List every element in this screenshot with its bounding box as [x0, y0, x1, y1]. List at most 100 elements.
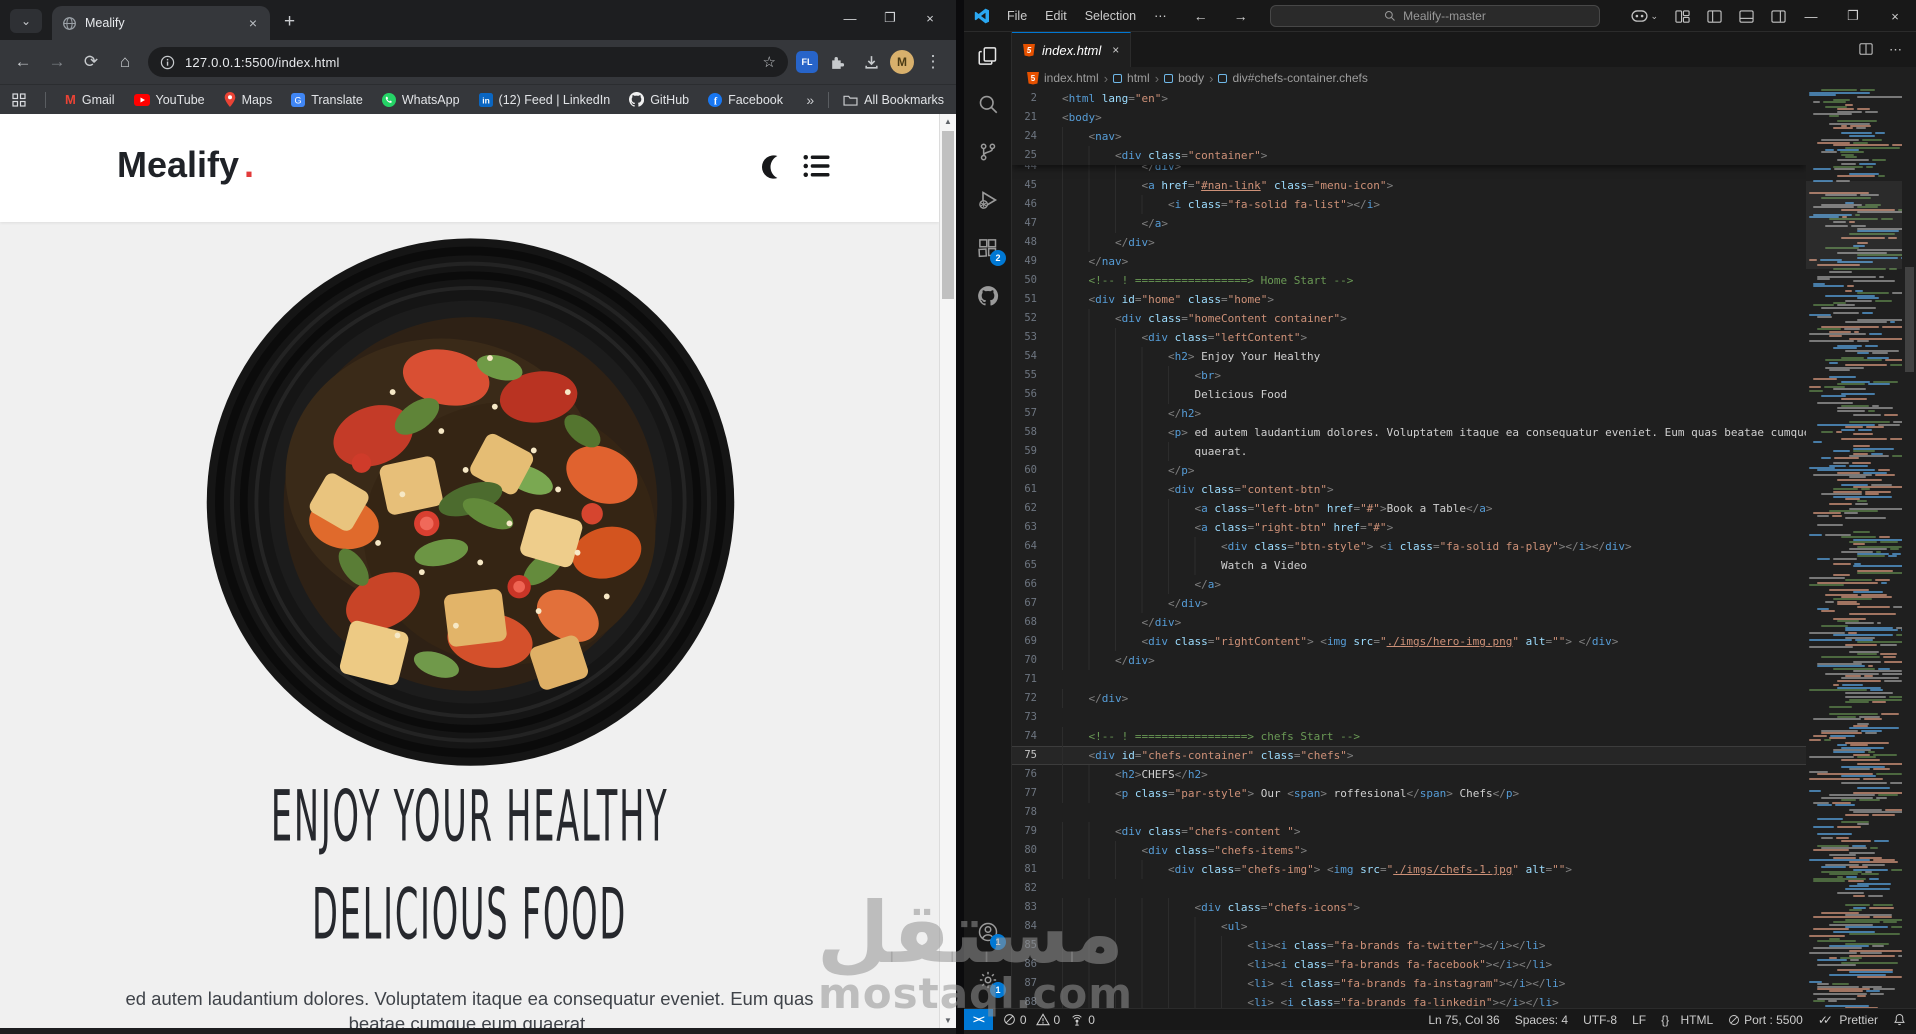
bookmarks-overflow-chevron[interactable]: »	[806, 92, 814, 108]
menu-file[interactable]: File	[998, 9, 1036, 23]
bookmark-linkedin[interactable]: in (12) Feed | LinkedIn	[478, 92, 610, 107]
vscode-maximize-button[interactable]: ❐	[1832, 0, 1874, 32]
code-line[interactable]: 52 <div class="homeContent container">	[1012, 309, 1806, 328]
minimap-slider[interactable]	[1806, 181, 1902, 269]
editor-scrollbar-thumb[interactable]	[1905, 267, 1914, 372]
download-icon[interactable]	[856, 47, 886, 77]
language-mode[interactable]: {} HTML	[1661, 1013, 1713, 1027]
accounts-icon[interactable]: 1	[964, 908, 1011, 956]
code-line[interactable]: 59 quaerat.	[1012, 442, 1806, 461]
live-server-port[interactable]: Port : 5500	[1728, 1013, 1803, 1027]
code-line[interactable]: 75 <div id="chefs-container" class="chef…	[1012, 746, 1806, 765]
apps-grid-icon[interactable]	[12, 92, 26, 107]
menu-list-icon[interactable]	[802, 152, 832, 180]
forward-icon[interactable]: →	[42, 47, 72, 77]
code-line[interactable]: 81 <div class="chefs-img"> <img src="./i…	[1012, 860, 1806, 879]
remote-indicator[interactable]: ><	[964, 1009, 993, 1030]
code-editor[interactable]: 2 <html lang="en"> 21 <body> 24 <nav> 25 <div…	[1012, 89, 1806, 1008]
code-line[interactable]: 45 <a href="#nan-link" class="menu-icon"…	[1012, 176, 1806, 195]
code-line[interactable]: 63 <a class="right-btn" href="#">	[1012, 518, 1806, 537]
code-line[interactable]: 53 <div class="leftContent">	[1012, 328, 1806, 347]
site-info-icon[interactable]	[160, 55, 175, 70]
run-debug-icon[interactable]	[964, 176, 1011, 224]
notifications-bell-icon[interactable]	[1893, 1013, 1906, 1026]
code-line[interactable]: 56 Delicious Food	[1012, 385, 1806, 404]
extensions-icon[interactable]: 2	[964, 224, 1011, 272]
new-tab-button[interactable]: +	[284, 10, 295, 34]
settings-gear-icon[interactable]: 1	[964, 956, 1011, 1004]
toggle-secondary-sidebar-icon[interactable]	[1771, 9, 1786, 24]
search-icon[interactable]	[964, 80, 1011, 128]
code-line[interactable]: 48 </div>	[1012, 233, 1806, 252]
bookmark-star-icon[interactable]: ☆	[763, 53, 776, 71]
customize-layout-icon[interactable]	[1675, 9, 1690, 24]
menu-selection[interactable]: Selection	[1076, 9, 1145, 23]
code-line[interactable]: 72 </div>	[1012, 689, 1806, 708]
bookmark-facebook[interactable]: f Facebook	[708, 92, 783, 107]
code-line[interactable]: 2 <html lang="en">	[1012, 89, 1806, 108]
code-line[interactable]: 65 Watch a Video	[1012, 556, 1806, 575]
scrollbar-thumb[interactable]	[942, 131, 954, 299]
code-line[interactable]: 25 <div class="container">	[1012, 146, 1806, 165]
code-line[interactable]: 68 </div>	[1012, 613, 1806, 632]
code-line[interactable]: 79 <div class="chefs-content ">	[1012, 822, 1806, 841]
breadcrumb-div[interactable]: div#chefs-container.chefs	[1218, 71, 1368, 85]
tab-close-icon[interactable]: ×	[246, 15, 260, 31]
code-line[interactable]: 85 <li><i class="fa-brands fa-twitter"><…	[1012, 936, 1806, 955]
code-line[interactable]: 87 <li> <i class="fa-brands fa-instagram…	[1012, 974, 1806, 993]
bookmark-github[interactable]: GitHub	[629, 92, 689, 107]
browser-tab-mealify[interactable]: Mealify ×	[52, 6, 270, 40]
code-line[interactable]: 73	[1012, 708, 1806, 727]
code-line[interactable]: 62 <a class="left-btn" href="#">Book a T…	[1012, 499, 1806, 518]
chrome-maximize-button[interactable]: ❐	[870, 4, 910, 32]
code-line[interactable]: 64 <div class="btn-style"> <i class="fa-…	[1012, 537, 1806, 556]
breadcrumb-body[interactable]: body	[1164, 71, 1204, 85]
code-line[interactable]: 67 </div>	[1012, 594, 1806, 613]
breadcrumb-html[interactable]: html	[1113, 71, 1150, 85]
reload-icon[interactable]: ⟳	[76, 47, 106, 77]
code-line[interactable]: 51 <div id="home" class="home">	[1012, 290, 1806, 309]
profile-avatar[interactable]: M	[890, 50, 914, 74]
toggle-panel-icon[interactable]	[1739, 9, 1754, 24]
all-bookmarks-button[interactable]: All Bookmarks	[843, 93, 944, 107]
bookmark-translate[interactable]: G Translate	[291, 92, 363, 107]
chrome-close-button[interactable]: ×	[910, 4, 950, 32]
minimap[interactable]	[1806, 89, 1902, 1008]
problems-status[interactable]: 0 0	[1003, 1013, 1060, 1027]
editor-more-actions-icon[interactable]: ⋯	[1889, 42, 1902, 58]
encoding[interactable]: UTF-8	[1583, 1013, 1617, 1027]
code-line[interactable]: 76 <h2>CHEFS</h2>	[1012, 765, 1806, 784]
code-line[interactable]: 84 <ul>	[1012, 917, 1806, 936]
menu-more[interactable]: ⋯	[1145, 8, 1176, 23]
split-editor-icon[interactable]	[1859, 42, 1873, 58]
code-line[interactable]: 57 </h2>	[1012, 404, 1806, 423]
code-line[interactable]: 47 </a>	[1012, 214, 1806, 233]
url-text[interactable]: 127.0.0.1:5500/index.html	[185, 55, 753, 70]
code-line[interactable]: 80 <div class="chefs-items">	[1012, 841, 1806, 860]
code-line[interactable]: 66 </a>	[1012, 575, 1806, 594]
nav-back-icon[interactable]: ←	[1194, 8, 1208, 24]
page-scrollbar[interactable]: ▲ ▼	[939, 114, 956, 1028]
eol-sequence[interactable]: LF	[1632, 1013, 1646, 1027]
prettier-status[interactable]: ✓✓ Prettier	[1818, 1013, 1878, 1027]
code-line[interactable]: 49 </nav>	[1012, 252, 1806, 271]
vscode-close-button[interactable]: ×	[1874, 0, 1916, 32]
code-line[interactable]: 46 <i class="fa-solid fa-list"></i>	[1012, 195, 1806, 214]
code-line[interactable]: 60 </p>	[1012, 461, 1806, 480]
indentation[interactable]: Spaces: 4	[1515, 1013, 1568, 1027]
bookmark-gmail[interactable]: M Gmail	[65, 92, 115, 107]
code-line[interactable]: 69 <div class="rightContent"> <img src="…	[1012, 632, 1806, 651]
scroll-down-icon[interactable]: ▼	[940, 1013, 956, 1028]
tab-search-button[interactable]: ⌄	[10, 9, 42, 33]
code-line[interactable]: 50 <!-- ! =================> Home Start …	[1012, 271, 1806, 290]
ports-status[interactable]: 0	[1070, 1013, 1095, 1027]
code-line[interactable]: 71	[1012, 670, 1806, 689]
code-line[interactable]: 21 <body>	[1012, 108, 1806, 127]
bookmark-whatsapp[interactable]: WhatsApp	[381, 92, 460, 107]
code-line[interactable]: 24 <nav>	[1012, 127, 1806, 146]
chrome-menu-icon[interactable]: ⋮	[918, 47, 948, 77]
copilot-icon[interactable]: ⌄	[1631, 9, 1658, 23]
code-line[interactable]: 61 <div class="content-btn">	[1012, 480, 1806, 499]
github-icon[interactable]	[964, 272, 1011, 320]
nav-forward-icon[interactable]: →	[1234, 8, 1248, 24]
